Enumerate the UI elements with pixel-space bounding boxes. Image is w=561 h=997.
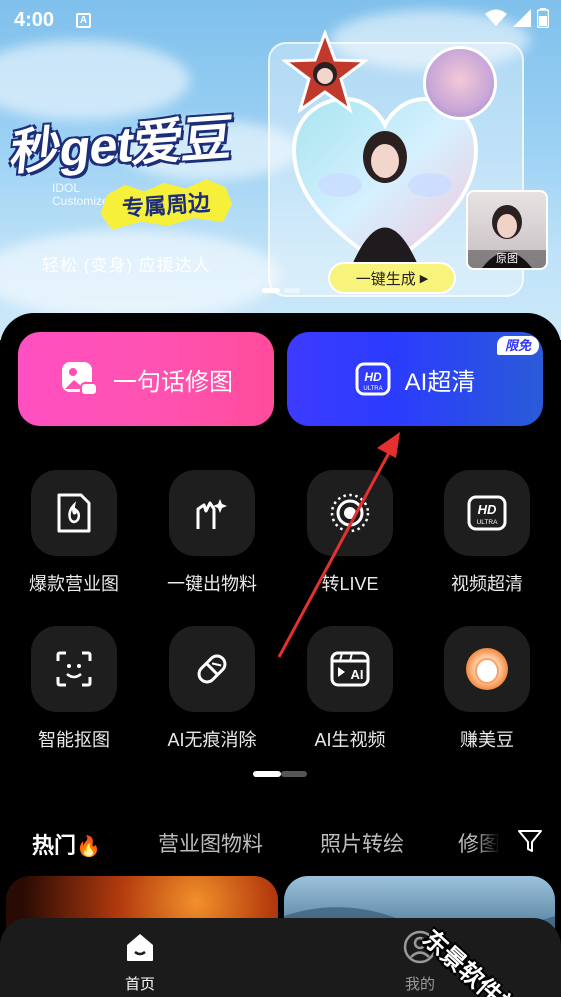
fire-icon: 🔥	[76, 836, 101, 858]
tool-label: 爆款营业图	[29, 574, 119, 594]
banner-pagination	[262, 288, 300, 293]
category-tabs: 热门🔥 营业图物料 照片转绘 修图	[0, 820, 561, 864]
banner-dot	[284, 288, 300, 293]
tool-smart-cutout[interactable]: 智能抠图	[14, 626, 134, 752]
tab-business-material[interactable]: 营业图物料	[158, 828, 263, 858]
tool-ai-eraser[interactable]: AI无痕消除	[152, 626, 272, 752]
tool-ai-video[interactable]: AI AI生视频	[290, 626, 410, 752]
tool-icon-wrap	[31, 470, 117, 556]
tool-one-click-material[interactable]: 一键出物料	[152, 470, 272, 596]
tool-icon-wrap	[31, 626, 117, 712]
banner-badge: 专属周边	[99, 177, 234, 230]
tool-label: 视频超清	[451, 574, 523, 594]
sentence-edit-button[interactable]: 一句话修图	[18, 332, 274, 426]
filter-icon[interactable]	[517, 828, 543, 854]
home-icon	[127, 934, 153, 961]
tool-label: 赚美豆	[460, 730, 514, 750]
nav-home-label: 首页	[124, 976, 155, 993]
svg-text:ULTRA: ULTRA	[363, 386, 382, 392]
banner-dot-active	[262, 288, 280, 293]
heart-photo-badge	[291, 96, 479, 270]
tools-page-dot	[281, 771, 307, 777]
tool-label: 一键出物料	[167, 574, 257, 594]
original-photo-card: 原图	[466, 190, 548, 270]
cellular-icon	[513, 9, 531, 27]
eraser-icon	[197, 654, 227, 684]
wifi-icon	[485, 9, 507, 26]
tool-icon-wrap	[169, 626, 255, 712]
free-badge: 限免	[497, 336, 539, 355]
svg-text:AI: AI	[351, 667, 364, 682]
tool-video-hd[interactable]: HD ULTRA 视频超清	[427, 470, 547, 596]
hd-ultra-icon: HD ULTRA	[355, 362, 391, 396]
svg-text:ULTRA: ULTRA	[477, 519, 498, 526]
tab-photo-to-drawing[interactable]: 照片转绘	[320, 828, 404, 858]
nav-home[interactable]: 首页	[100, 930, 180, 994]
star-photo-badge	[282, 30, 368, 114]
svg-text:HD: HD	[478, 502, 497, 517]
tool-icon-wrap	[307, 470, 393, 556]
status-bar: 4:00 A	[0, 0, 561, 40]
sentence-edit-label: 一句话修图	[113, 368, 233, 396]
face-scan-icon	[56, 651, 92, 687]
bean-icon	[466, 648, 508, 690]
battery-icon	[537, 8, 549, 28]
tools-page-indicator	[253, 771, 307, 777]
tool-label: AI无痕消除	[167, 730, 257, 750]
live-icon	[330, 493, 370, 533]
tab-hot-label: 热门	[32, 833, 77, 858]
circle-photo-badge	[423, 46, 497, 120]
poster-icon	[57, 493, 91, 533]
ai-hd-label: AI超清	[404, 368, 476, 396]
tool-icon-wrap	[169, 470, 255, 556]
image-chat-icon	[62, 362, 98, 396]
tool-icon-wrap	[444, 626, 530, 712]
tools-page-dot-active	[253, 771, 281, 777]
sparkle-hand-icon	[196, 499, 227, 529]
tool-label: 转LIVE	[321, 574, 379, 594]
tab-retouch[interactable]: 修图	[458, 828, 500, 858]
nav-profile-label: 我的	[404, 976, 435, 993]
notification-icon: A	[76, 12, 92, 28]
tool-icon-wrap: HD ULTRA	[444, 470, 530, 556]
hd-icon: HD ULTRA	[467, 495, 507, 531]
promo-banner[interactable]: 4:00 A 秒get爱豆 IDOL Customized 专属周边 轻松 (变…	[0, 0, 561, 340]
ai-hd-button[interactable]: HD ULTRA AI超清 限免	[287, 332, 543, 426]
tool-label: 智能抠图	[38, 730, 110, 750]
banner-subline: 轻松 (变身) 应援达人	[42, 256, 211, 275]
svg-text:HD: HD	[364, 370, 382, 384]
ai-video-icon: AI	[330, 651, 370, 687]
status-time: 4:00	[14, 8, 55, 31]
one-click-generate-button[interactable]: 一键生成 ▶	[328, 262, 456, 294]
tool-earn-beans[interactable]: 赚美豆	[427, 626, 547, 752]
original-label: 原图	[468, 250, 546, 268]
play-arrow-icon: ▶	[419, 272, 429, 285]
tool-hot-poster[interactable]: 爆款营业图	[14, 470, 134, 596]
generate-label: 一键生成	[355, 270, 416, 288]
tool-icon-wrap: AI	[307, 626, 393, 712]
tool-to-live[interactable]: 转LIVE	[290, 470, 410, 596]
tab-hot[interactable]: 热门🔥	[32, 828, 101, 860]
tool-label: AI生视频	[314, 730, 386, 750]
